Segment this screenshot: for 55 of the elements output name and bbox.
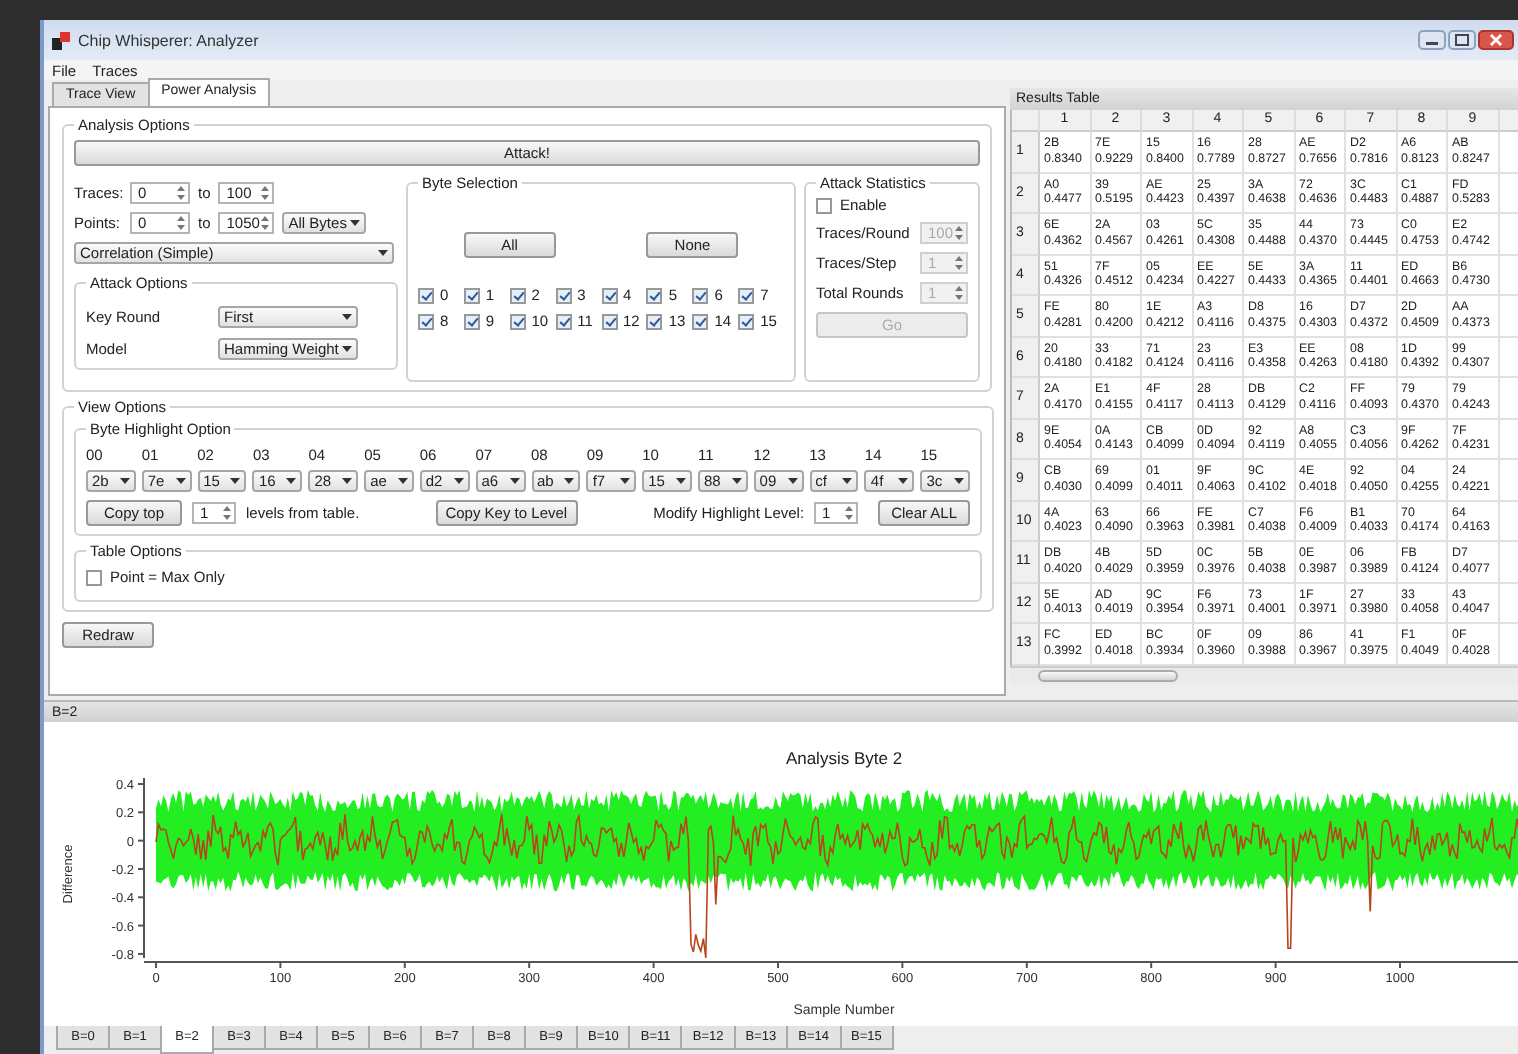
checkbox[interactable] [646,287,663,303]
caret-icon [453,478,464,484]
caret-icon [175,478,186,484]
window-title: Chip Whisperer: Analyzer [78,31,259,49]
app-icon [52,31,70,49]
spin-arrows-icon [954,284,964,302]
caret-icon [954,478,965,484]
spin-arrows-icon [222,504,232,522]
caret-icon [620,478,631,484]
caret-icon [342,314,352,320]
caret-icon [378,250,388,256]
caret-icon [675,478,686,484]
spin-arrows-icon [260,184,271,202]
checkbox[interactable] [509,313,526,329]
maximize-icon[interactable] [1448,30,1476,50]
checkbox[interactable] [509,287,526,303]
caret-icon [842,478,853,484]
checkbox[interactable] [738,313,755,329]
checkbox[interactable] [86,569,102,585]
close-icon[interactable] [1478,30,1514,50]
spin-arrows-icon [176,184,186,202]
checkbox[interactable] [601,287,617,303]
spin-arrows-icon [954,224,964,242]
minimize-icon[interactable] [1418,30,1446,50]
spin-arrows-icon [260,214,271,232]
caret-icon [286,478,297,484]
caret-icon [509,478,520,484]
checkbox[interactable] [555,287,572,303]
spin-arrows-icon [176,214,186,232]
checkbox[interactable] [816,197,832,213]
caret-icon [350,220,361,226]
caret-icon [787,478,798,484]
checkbox[interactable] [692,287,709,303]
table-corner [1012,110,1040,132]
caret-icon [342,346,353,352]
caret-icon [397,478,408,484]
checkbox[interactable] [601,313,617,329]
caret-icon [342,478,353,484]
chart-title: Analysis Byte 2 [785,748,903,768]
checkbox[interactable] [738,287,755,303]
checkbox[interactable] [555,313,572,329]
spin-arrows-icon [954,254,964,272]
scrollbar-thumb[interactable] [1038,669,1178,681]
checkbox[interactable] [463,287,480,303]
spin-arrows-icon [844,504,855,522]
checkbox[interactable] [418,287,434,303]
checkbox[interactable] [692,313,709,329]
caret-icon [564,478,575,484]
checkbox[interactable] [418,313,434,329]
caret-icon [119,478,130,484]
checkbox[interactable] [646,313,663,329]
checkbox[interactable] [463,313,480,329]
caret-icon [898,478,909,484]
caret-icon [230,478,241,484]
caret-icon [731,478,742,484]
